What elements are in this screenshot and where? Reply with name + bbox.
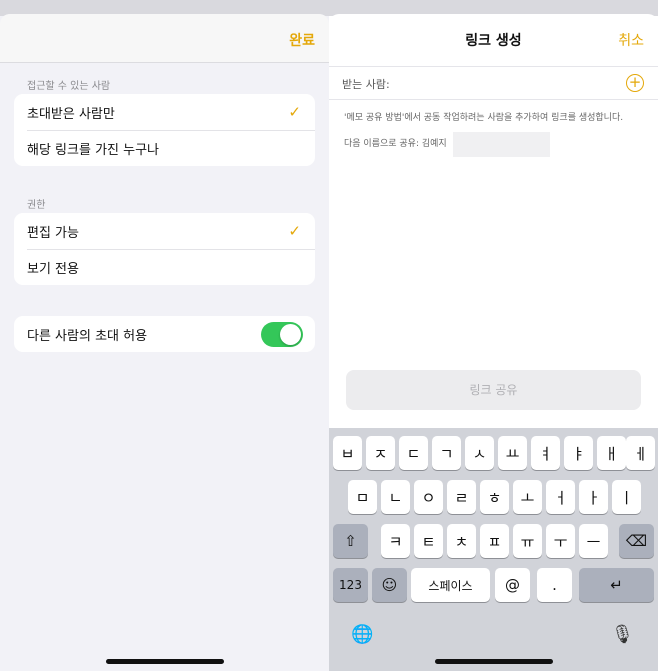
at-key[interactable]: @ bbox=[495, 568, 530, 602]
key[interactable]: ㅊ bbox=[447, 524, 476, 558]
key[interactable]: ㅠ bbox=[513, 524, 542, 558]
access-option-label: 초대받은 사람만 bbox=[27, 106, 115, 122]
key[interactable]: ㅕ bbox=[531, 436, 560, 470]
key[interactable]: ㄹ bbox=[447, 480, 476, 514]
done-button[interactable]: 완료 bbox=[289, 30, 315, 50]
sharing-options-panel: 완료 접근할 수 있는 사람 초대받은 사람만 ✓ 해당 링크를 가진 누구나 … bbox=[0, 0, 329, 671]
redacted-name-box bbox=[453, 132, 550, 157]
access-option-label: 해당 링크를 가진 누구나 bbox=[27, 142, 159, 158]
create-link-panel: 링크 생성 취소 받는 사람: + '메모 공유 방법'에서 공동 작업하려는 … bbox=[329, 0, 658, 671]
shift-icon: ⇧ bbox=[344, 532, 357, 550]
allow-invite-row: 다른 사람의 초대 허용 bbox=[14, 316, 315, 352]
recipients-field[interactable]: 받는 사람: + bbox=[329, 66, 658, 100]
return-icon: ↵ bbox=[610, 576, 623, 594]
key[interactable]: ㅔ bbox=[626, 436, 655, 470]
key[interactable]: ㅇ bbox=[414, 480, 443, 514]
globe-icon[interactable]: 🌐 bbox=[351, 624, 373, 645]
permission-section-label: 권한 bbox=[27, 200, 46, 211]
key[interactable]: ㅓ bbox=[546, 480, 575, 514]
emoji-icon: ☺ bbox=[381, 576, 398, 594]
key[interactable]: ㅗ bbox=[513, 480, 542, 514]
key[interactable]: ㅋ bbox=[381, 524, 410, 558]
access-options-group: 초대받은 사람만 ✓ 해당 링크를 가진 누구나 bbox=[14, 94, 315, 166]
delete-key[interactable]: ⌫ bbox=[619, 524, 654, 558]
permission-options-group: 편집 가능 ✓ 보기 전용 bbox=[14, 213, 315, 285]
key[interactable]: ㅑ bbox=[564, 436, 593, 470]
allow-invite-toggle[interactable] bbox=[261, 322, 303, 347]
key[interactable]: ㅏ bbox=[579, 480, 608, 514]
shift-key[interactable]: ⇧ bbox=[333, 524, 368, 558]
key[interactable]: ㅐ bbox=[597, 436, 626, 470]
home-indicator[interactable] bbox=[106, 659, 224, 664]
share-as-label: 다음 이름으로 공유: 김예지 bbox=[344, 139, 447, 149]
microphone-icon[interactable]: 🎙 bbox=[611, 624, 634, 645]
sharing-options-sheet: 완료 접근할 수 있는 사람 초대받은 사람만 ✓ 해당 링크를 가진 누구나 … bbox=[0, 14, 329, 671]
share-link-button[interactable]: 링크 공유 bbox=[346, 370, 641, 410]
key[interactable]: ㄷ bbox=[399, 436, 428, 470]
key[interactable]: ㅍ bbox=[480, 524, 509, 558]
permission-option-label: 보기 전용 bbox=[27, 261, 79, 277]
key[interactable]: ㄱ bbox=[432, 436, 461, 470]
korean-keyboard: ㅂ ㅈ ㄷ ㄱ ㅅ ㅛ ㅕ ㅑ ㅐ ㅔ ㅁ ㄴ ㅇ ㄹ ㅎ ㅗ ㅓ ㅏ ㅣ ⇧ … bbox=[329, 428, 658, 671]
key[interactable]: ㅣ bbox=[612, 480, 641, 514]
checkmark-icon: ✓ bbox=[288, 103, 301, 121]
checkmark-icon: ✓ bbox=[288, 222, 301, 240]
recipients-label: 받는 사람: bbox=[342, 78, 390, 91]
toggle-knob bbox=[280, 324, 301, 345]
permission-option-label: 편집 가능 bbox=[27, 225, 79, 241]
space-key[interactable]: 스페이스 bbox=[411, 568, 490, 602]
key[interactable]: ㅎ bbox=[480, 480, 509, 514]
key[interactable]: ㅛ bbox=[498, 436, 527, 470]
key[interactable]: ㅅ bbox=[465, 436, 494, 470]
key[interactable]: ㅁ bbox=[348, 480, 377, 514]
key[interactable]: ㅈ bbox=[366, 436, 395, 470]
allow-invite-group: 다른 사람의 초대 허용 bbox=[14, 316, 315, 352]
key[interactable]: ㅂ bbox=[333, 436, 362, 470]
key[interactable]: ㄴ bbox=[381, 480, 410, 514]
cancel-button[interactable]: 취소 bbox=[618, 30, 644, 50]
add-contact-icon[interactable]: + bbox=[626, 74, 644, 92]
access-section-label: 접근할 수 있는 사람 bbox=[27, 81, 111, 92]
info-text: '메모 공유 방법'에서 공동 작업하려는 사람을 추가하여 링크를 생성합니다… bbox=[344, 113, 624, 123]
key[interactable]: ㅜ bbox=[546, 524, 575, 558]
sheet-title: 링크 생성 bbox=[465, 33, 522, 49]
access-option-invited-only[interactable]: 초대받은 사람만 ✓ bbox=[14, 94, 315, 130]
delete-icon: ⌫ bbox=[625, 532, 648, 550]
emoji-key[interactable]: ☺ bbox=[372, 568, 407, 602]
numbers-key[interactable]: 123 bbox=[333, 568, 368, 602]
options-header: 완료 bbox=[0, 14, 329, 63]
key[interactable]: ㅌ bbox=[414, 524, 443, 558]
permission-option-view-only[interactable]: 보기 전용 bbox=[14, 249, 315, 285]
key[interactable]: ㅡ bbox=[579, 524, 608, 558]
period-key[interactable]: . bbox=[537, 568, 572, 602]
permission-option-can-edit[interactable]: 편집 가능 ✓ bbox=[14, 213, 315, 249]
allow-invite-label: 다른 사람의 초대 허용 bbox=[27, 328, 148, 344]
return-key[interactable]: ↵ bbox=[579, 568, 654, 602]
home-indicator[interactable] bbox=[435, 659, 553, 664]
access-option-anyone-with-link[interactable]: 해당 링크를 가진 누구나 bbox=[14, 130, 315, 166]
